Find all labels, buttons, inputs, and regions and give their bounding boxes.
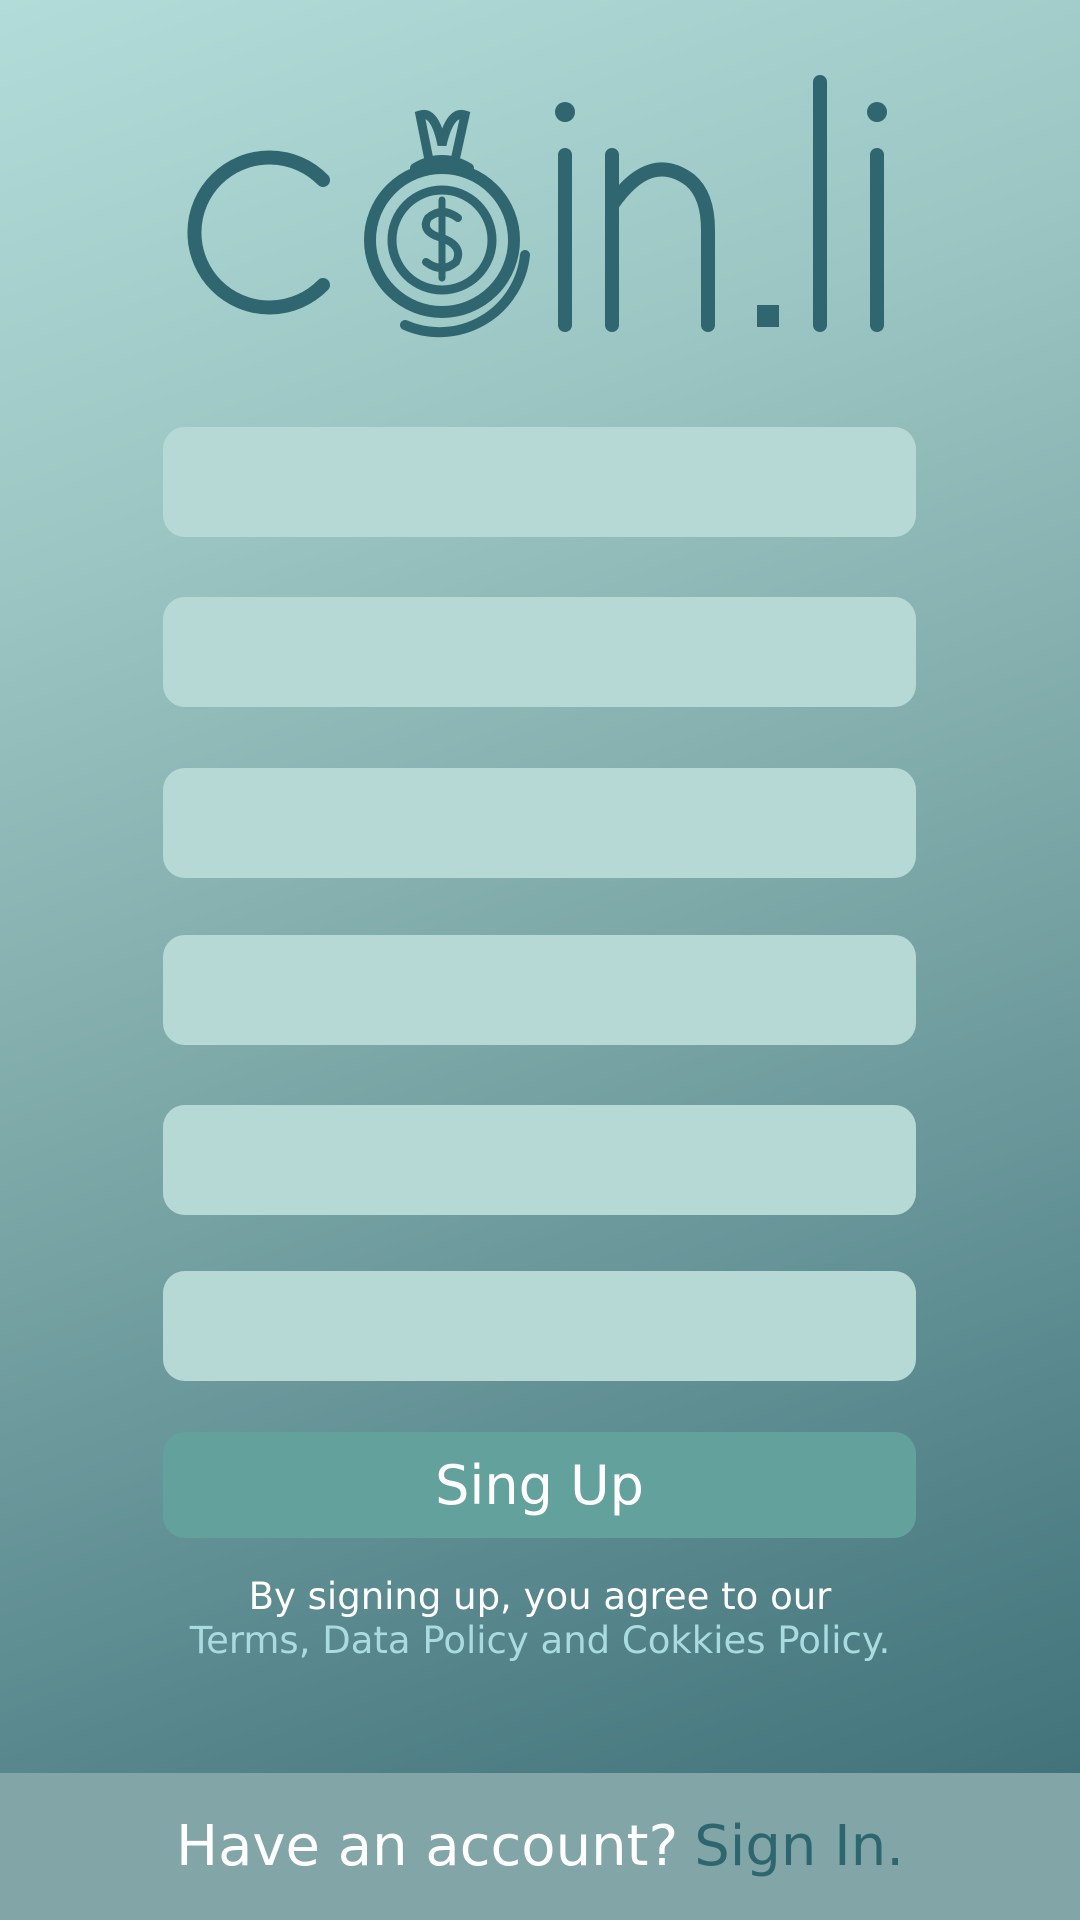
legal-notice: By signing up, you agree to our Terms, D… [0, 1575, 1080, 1663]
policy-link[interactable]: Terms, Data Policy and Cokkies Policy. [0, 1619, 1080, 1663]
signin-link[interactable]: Sign In. [694, 1814, 904, 1879]
coinli-logo [187, 75, 887, 338]
signup-button[interactable]: Sing Up [163, 1432, 916, 1538]
signup-field-2[interactable] [163, 597, 916, 707]
have-account-text: Have an account? [175, 1814, 679, 1879]
signup-field-6[interactable] [163, 1271, 916, 1381]
legal-text: By signing up, you agree to our [248, 1575, 832, 1618]
signup-button-label: Sing Up [435, 1453, 644, 1517]
signup-field-1[interactable] [163, 427, 916, 537]
signup-field-4[interactable] [163, 935, 916, 1045]
signin-footer: Have an account? Sign In. [0, 1773, 1080, 1920]
signup-field-5[interactable] [163, 1105, 916, 1215]
signup-field-3[interactable] [163, 768, 916, 878]
